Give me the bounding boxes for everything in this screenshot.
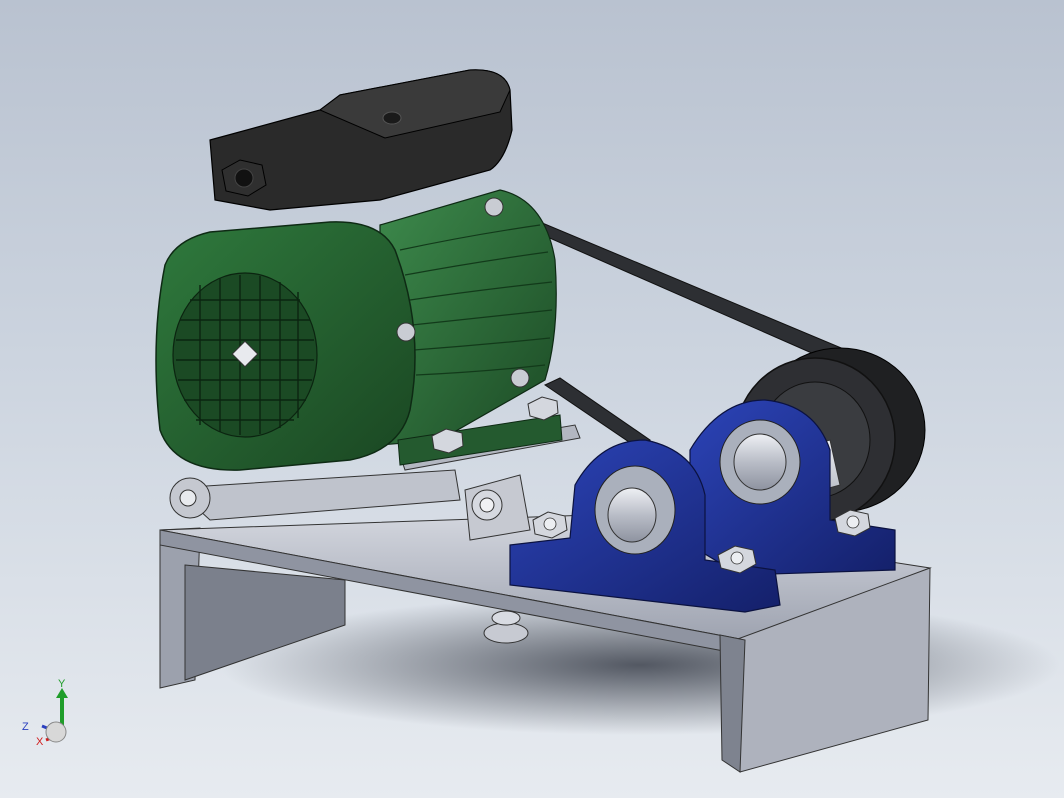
terminal-screw: [382, 111, 402, 125]
x-axis-label: X: [36, 736, 44, 746]
orientation-triad: Y Z X: [18, 676, 78, 748]
y-axis-label: Y: [58, 678, 66, 690]
motor-screw-mid: [396, 322, 416, 342]
adjust-nut-bottom: [483, 622, 529, 644]
motor-screw-top: [484, 197, 504, 217]
assembly-scene: [155, 69, 1060, 773]
base-leg-right-side: [719, 634, 746, 773]
hinge-arm: [173, 469, 461, 521]
triad-axes: Y Z X: [22, 678, 68, 748]
z-axis-label: Z: [22, 721, 29, 733]
motor-screw-low: [510, 368, 530, 388]
v-belt: [518, 221, 871, 373]
cad-viewport[interactable]: Y Z X: [0, 0, 1064, 798]
